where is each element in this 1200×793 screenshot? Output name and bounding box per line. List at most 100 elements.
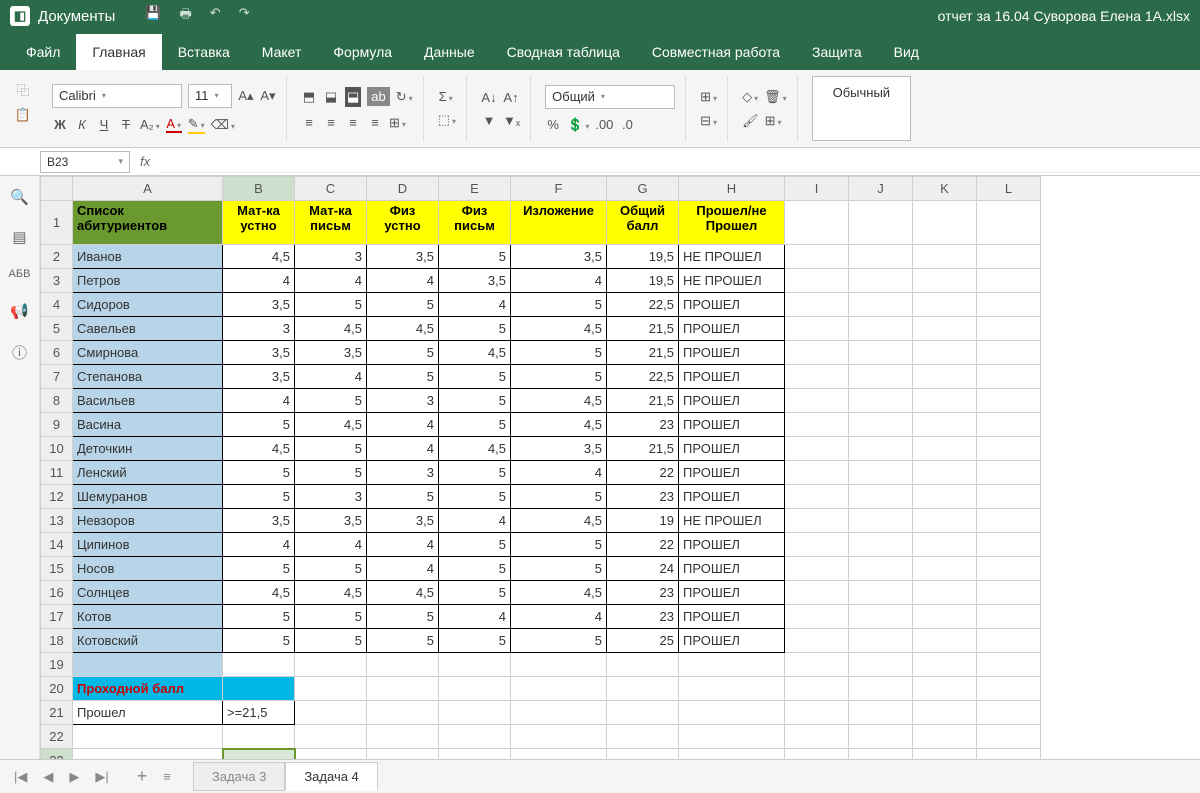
fx-icon[interactable]: fx [140, 154, 150, 169]
row-header[interactable]: 15 [41, 557, 73, 581]
format-painter-icon[interactable]: 🖌 [742, 113, 759, 129]
row-header[interactable]: 16 [41, 581, 73, 605]
feedback-icon[interactable]: 📢 [10, 302, 29, 320]
row-header[interactable]: 5 [41, 317, 73, 341]
sum-icon[interactable]: Σ▾ [438, 89, 454, 104]
row-header[interactable]: 12 [41, 485, 73, 509]
menu-Защита[interactable]: Защита [796, 34, 878, 70]
next-sheet-icon[interactable]: ▶ [65, 769, 83, 785]
align-middle-icon[interactable]: ⬓ [323, 89, 339, 105]
row-header[interactable]: 13 [41, 509, 73, 533]
sheet-tab[interactable]: Задача 3 [193, 762, 285, 791]
row-header[interactable]: 11 [41, 461, 73, 485]
underline-button[interactable]: Ч [96, 117, 112, 132]
prev-sheet-icon[interactable]: ◀ [39, 769, 57, 785]
insert-cells-icon[interactable]: ⊞▾ [700, 89, 717, 105]
col-header[interactable]: G [607, 177, 679, 201]
strike-button[interactable]: Ŧ [118, 117, 134, 132]
first-sheet-icon[interactable]: |◀ [10, 769, 31, 785]
delete-cells-icon[interactable]: ⊟▾ [700, 113, 717, 129]
insert-link-icon[interactable]: ⬚▾ [438, 112, 456, 128]
cell-reference-input[interactable]: B23 [40, 151, 130, 173]
sort-asc-icon[interactable]: A↓ [481, 90, 497, 105]
subscript-button[interactable]: A₂▾ [140, 117, 160, 132]
print-icon[interactable]: 🖶 [180, 5, 192, 27]
currency-button[interactable]: 💲▾ [567, 117, 589, 133]
font-name-select[interactable]: Calibri▾ [52, 84, 182, 108]
menu-Вставка[interactable]: Вставка [162, 34, 246, 70]
search-icon[interactable]: 🔍 [10, 188, 29, 206]
fill-color-icon[interactable]: 🗑▾ [764, 89, 787, 105]
row-header[interactable]: 17 [41, 605, 73, 629]
col-header[interactable]: B [223, 177, 295, 201]
menu-Совместная работа[interactable]: Совместная работа [636, 34, 796, 70]
col-header[interactable]: C [295, 177, 367, 201]
row-header[interactable]: 14 [41, 533, 73, 557]
col-header[interactable]: J [849, 177, 913, 201]
col-header[interactable]: E [439, 177, 511, 201]
inc-decimal-icon[interactable]: .00 [595, 117, 613, 132]
row-header[interactable]: 7 [41, 365, 73, 389]
redo-icon[interactable]: ↷ [239, 5, 250, 27]
font-color-button[interactable]: A▾ [166, 116, 182, 133]
copy-icon[interactable]: ⿻ [8, 80, 38, 99]
menu-Файл[interactable]: Файл [10, 34, 76, 70]
filter-icon[interactable]: ▼ [481, 113, 497, 128]
menu-Макет[interactable]: Макет [246, 34, 318, 70]
formula-input[interactable] [160, 151, 1200, 173]
align-right-icon[interactable]: ≡ [345, 115, 361, 130]
row-header[interactable]: 9 [41, 413, 73, 437]
bold-button[interactable]: Ж [52, 117, 68, 132]
filter-clear-icon[interactable]: ▼ₓ [503, 113, 520, 128]
row-header[interactable]: 8 [41, 389, 73, 413]
row-header[interactable]: 3 [41, 269, 73, 293]
undo-icon[interactable]: ↶ [210, 5, 221, 27]
row-header[interactable]: 18 [41, 629, 73, 653]
clear-format-button[interactable]: ⌫▾ [211, 117, 235, 133]
highlight-button[interactable]: ✎▾ [188, 116, 205, 134]
menu-Вид[interactable]: Вид [878, 34, 935, 70]
align-left-icon[interactable]: ≡ [301, 115, 317, 130]
borders-icon[interactable]: ⊞▾ [765, 113, 782, 129]
wrap-text-icon[interactable]: ab [367, 87, 389, 106]
add-sheet-icon[interactable]: + [133, 766, 152, 787]
eraser-icon[interactable]: ◇▾ [742, 89, 758, 105]
increase-font-icon[interactable]: A▴ [238, 88, 254, 104]
comments-icon[interactable]: ▤ [12, 228, 26, 246]
italic-button[interactable]: К [74, 117, 90, 132]
paste-icon[interactable]: 📋 [8, 107, 38, 123]
info-icon[interactable]: ⓘ [12, 342, 27, 363]
align-center-icon[interactable]: ≡ [323, 115, 339, 130]
col-header[interactable]: A [73, 177, 223, 201]
font-size-select[interactable]: 11▾ [188, 84, 232, 108]
sheet-tab[interactable]: Задача 4 [285, 762, 377, 791]
dec-decimal-icon[interactable]: .0 [619, 117, 635, 132]
cell-style-box[interactable]: Обычный [812, 76, 911, 141]
col-header[interactable]: L [977, 177, 1041, 201]
spreadsheet-grid[interactable]: ABCDEFGHIJKL1СписокабитуриентовМат-кауст… [40, 176, 1200, 759]
col-header[interactable]: H [679, 177, 785, 201]
orientation-icon[interactable]: ↻▾ [396, 89, 413, 105]
percent-button[interactable]: % [545, 117, 561, 132]
col-header[interactable]: K [913, 177, 977, 201]
save-icon[interactable]: 💾 [145, 5, 161, 27]
col-header[interactable]: I [785, 177, 849, 201]
align-justify-icon[interactable]: ≡ [367, 115, 383, 130]
align-bottom-icon[interactable]: ⬓ [345, 87, 361, 107]
sort-desc-icon[interactable]: A↑ [503, 90, 519, 105]
menu-Формула[interactable]: Формула [317, 34, 408, 70]
row-header[interactable]: 1 [41, 201, 73, 245]
decrease-font-icon[interactable]: A▾ [260, 88, 276, 104]
menu-Данные[interactable]: Данные [408, 34, 491, 70]
sheet-list-icon[interactable]: ≡ [159, 769, 175, 784]
row-header[interactable]: 10 [41, 437, 73, 461]
number-format-select[interactable]: Общий▾ [545, 85, 675, 109]
merge-cells-icon[interactable]: ⊞▾ [389, 115, 406, 131]
col-header[interactable]: D [367, 177, 439, 201]
row-header[interactable]: 2 [41, 245, 73, 269]
align-top-icon[interactable]: ⬒ [301, 89, 317, 105]
row-header[interactable]: 6 [41, 341, 73, 365]
menu-Главная[interactable]: Главная [76, 34, 161, 70]
spellcheck-icon[interactable]: АБВ [9, 268, 31, 280]
menu-Сводная таблица[interactable]: Сводная таблица [491, 34, 636, 70]
